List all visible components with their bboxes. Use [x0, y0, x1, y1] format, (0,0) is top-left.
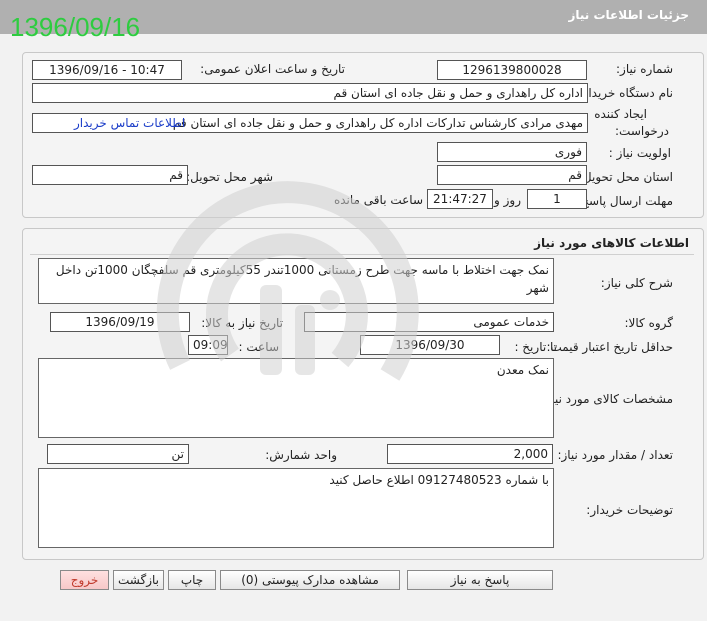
city-label: شهر محل تحویل:: [186, 170, 273, 184]
group-field: خدمات عمومی: [304, 312, 554, 332]
unit-label: واحد شمارش:: [265, 448, 337, 462]
spec-label: مشخصات کالای مورد نیاز:: [541, 392, 673, 406]
spec-field: نمک معدن: [38, 358, 554, 438]
qty-value: 2,000: [513, 447, 548, 461]
group-label: گروه کالا:: [624, 316, 674, 330]
goods-section-title: اطلاعات کالاهای مورد نیاز: [534, 236, 689, 250]
days-word: روز و: [494, 193, 521, 207]
until-date-label: تا تاریخ :: [514, 340, 557, 354]
time-field: 09:09: [188, 335, 228, 355]
min-price-validity-label: حداقل تاریخ اعتبار قیمت:: [546, 340, 673, 354]
buyer-notes-field: با شماره 09127480523 اطلاع حاصل کنید: [38, 468, 554, 548]
view-attachments-button[interactable]: مشاهده مدارک پیوستی (0): [220, 570, 400, 590]
general-desc-field: نمک جهت اختلاط با ماسه جهت طرح زمستانی 1…: [38, 258, 554, 304]
buyer-org-label: نام دستگاه خریدار:: [578, 86, 674, 100]
creator-value: مهدی مرادی کارشناس تدارکات اداره کل راهد…: [172, 116, 583, 130]
remaining-word: ساعت باقی مانده: [333, 193, 423, 207]
city-field: قم: [32, 165, 188, 185]
until-date-field: 1396/09/30: [360, 335, 500, 355]
reply-to-need-button[interactable]: پاسخ به نیاز: [407, 570, 553, 590]
need-date-field: 1396/09/19: [50, 312, 190, 332]
date-stamp: 1396/09/16: [10, 12, 141, 42]
creator-label-line2: درخواست:: [615, 124, 669, 138]
announce-datetime-label: تاریخ و ساعت اعلان عمومی:: [200, 62, 345, 76]
deadline-days-field: 1: [527, 189, 587, 209]
province-field: قم: [437, 165, 587, 185]
buyer-contact-link[interactable]: اطلاعات تماس خریدار: [74, 116, 185, 130]
buyer-notes-label: توضیحات خریدار:: [586, 503, 673, 517]
priority-label: اولویت نیاز :: [608, 146, 671, 160]
exit-button[interactable]: خروج: [60, 570, 109, 590]
need-number-label: شماره نیاز:: [616, 62, 673, 76]
priority-field: فوری: [437, 142, 587, 162]
deadline-time-field: 21:47:27: [427, 189, 493, 209]
section-divider: [30, 254, 694, 255]
unit-field: تن: [47, 444, 189, 464]
need-number-field: 1296139800028: [437, 60, 587, 80]
back-button[interactable]: بازگشت: [113, 570, 164, 590]
announce-datetime-field: 1396/09/16 - 10:47: [32, 60, 182, 80]
page-title: جزئیات اطلاعات نیاز: [568, 8, 689, 22]
buyer-org-field: اداره کل راهداری و حمل و نقل جاده ای است…: [32, 83, 588, 103]
creator-label-line1: ایجاد کننده: [594, 107, 647, 121]
qty-field: 2,000: [387, 444, 553, 464]
time-label: ساعت :: [238, 340, 279, 354]
need-date-label: تاریخ نیاز به کالا:: [201, 316, 283, 330]
print-button[interactable]: چاپ: [168, 570, 216, 590]
deadline-label: مهلت ارسال پاسخ:: [577, 194, 673, 208]
province-label: استان محل تحویل:: [578, 170, 673, 184]
qty-label: تعداد / مقدار مورد نیاز:: [557, 448, 673, 462]
general-desc-label: شرح کلی نیاز:: [600, 276, 673, 290]
